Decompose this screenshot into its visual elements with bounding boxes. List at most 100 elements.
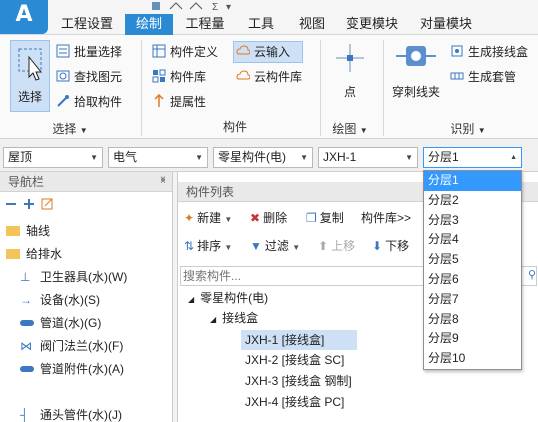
nav-item-plumbing[interactable]: 给排水 — [6, 243, 62, 265]
chevron-up-icon: ▲ — [510, 154, 517, 161]
move-up-button[interactable]: ⬆ 上移 — [318, 235, 355, 257]
group-expand-icon: ▼ — [477, 126, 486, 135]
generate-junction-box-button[interactable]: 生成接线盒 — [450, 42, 528, 62]
equipment-icon: → — [20, 293, 32, 307]
chevron-down-icon: ▼ — [300, 153, 308, 162]
layer-select[interactable]: 分层1 ▲ — [423, 147, 522, 168]
select-group-label[interactable]: 选择 ▼ — [40, 120, 100, 138]
layer-option[interactable]: 分层2 — [424, 191, 521, 211]
copy-component-label: 复制 — [319, 211, 344, 225]
tree-item[interactable]: JXH-2 [接线盒 SC] — [241, 350, 344, 370]
extract-property-button[interactable]: 提属性 — [152, 92, 206, 112]
floor-select[interactable]: 屋顶 ▼ — [3, 147, 103, 168]
cloud-library-button[interactable]: 云构件库 — [236, 67, 302, 87]
chevron-down-icon: ▼ — [224, 243, 233, 252]
find-element-label: 查找图元 — [74, 70, 123, 84]
floor-select-value: 屋顶 — [8, 150, 33, 164]
point-button[interactable]: 点 — [328, 42, 372, 102]
tab-change-module[interactable]: 变更模块 — [340, 14, 404, 35]
component-library-icon — [152, 69, 166, 83]
cloud-input-button[interactable]: 云输入 — [233, 41, 303, 63]
generate-sleeve-button[interactable]: 生成套管 — [450, 67, 516, 87]
delete-component-button[interactable]: ✖ 删除 — [250, 207, 287, 229]
ribbon-separator — [383, 40, 384, 136]
type-select[interactable]: 零星构件(电) ▼ — [213, 147, 313, 168]
nav-item-pipe-accessory[interactable]: 管道附件(水)(A) — [20, 358, 124, 380]
tab-view[interactable]: 视图 — [291, 14, 333, 35]
search-icon[interactable]: ⚲ — [528, 268, 536, 281]
find-element-button[interactable]: 查找图元 — [56, 67, 122, 87]
nav-item-pipe-accessory-label: 管道附件(水)(A) — [40, 362, 124, 376]
tab-draw[interactable]: 绘制 — [125, 14, 173, 35]
tab-quantity[interactable]: 工程量 — [178, 14, 232, 35]
component-select[interactable]: JXH-1 ▼ — [318, 147, 418, 168]
move-down-button[interactable]: ⬇ 下移 — [372, 235, 409, 257]
tree-node-group[interactable]: ◢ 接线盒 — [210, 308, 258, 328]
nav-item-fitting[interactable]: ┤ 通头管件(水)(J) — [20, 404, 122, 422]
identify-group-label[interactable]: 识别 ▼ — [438, 120, 498, 138]
nav-item-pipe[interactable]: 管道(水)(G) — [20, 312, 101, 334]
move-down-icon: ⬇ — [372, 239, 383, 253]
filter-icon: ▼ — [250, 239, 262, 253]
tree-item[interactable]: JXH-3 [接线盒 钢制] — [241, 371, 352, 391]
cloud-input-icon — [236, 44, 251, 58]
layer-option[interactable]: 分层8 — [424, 310, 521, 330]
select-button[interactable]: 选择 — [10, 40, 50, 112]
layer-option[interactable]: 分层10 — [424, 349, 521, 369]
layer-option[interactable]: 分层5 — [424, 250, 521, 270]
tab-tools[interactable]: 工具 — [240, 14, 282, 35]
nav-item-pipe-label: 管道(水)(G) — [40, 316, 102, 330]
piercing-clamp-button[interactable]: 穿刺线夹 — [390, 42, 442, 102]
nav-item-valve-label: 阀门法兰(水)(F) — [40, 339, 124, 353]
nav-item-plumbing-label: 给排水 — [26, 247, 63, 261]
find-element-icon — [56, 69, 70, 83]
chevron-down-icon: ▼ — [195, 153, 203, 162]
nav-item-equipment[interactable]: → 设备(水)(S) — [20, 289, 100, 311]
tree-item-selected[interactable]: JXH-1 [接线盒] — [241, 330, 357, 350]
panel-pin-icon[interactable]: × — [160, 174, 166, 185]
sort-button[interactable]: ⇅ 排序 ▼ — [184, 235, 232, 257]
batch-select-button[interactable]: 批量选择 — [56, 42, 122, 62]
generate-sleeve-label: 生成套管 — [468, 70, 517, 84]
nav-item-valve[interactable]: ⋈ 阀门法兰(水)(F) — [20, 335, 123, 357]
draw-group-label[interactable]: 绘图 ▼ — [324, 120, 376, 138]
component-define-button[interactable]: 构件定义 — [152, 42, 218, 62]
navigation-panel-title: 导航栏 — [8, 175, 45, 189]
discipline-select[interactable]: 电气 ▼ — [108, 147, 208, 168]
nav-item-sanitary[interactable]: ⊥ 卫生器具(水)(W) — [20, 266, 127, 288]
tree-item[interactable]: JXH-4 [接线盒 PC] — [241, 392, 344, 412]
quick-access-icons[interactable]: Σ ▾ — [150, 0, 240, 13]
layer-option[interactable]: 分层6 — [424, 270, 521, 290]
component-select-value: JXH-1 — [323, 150, 357, 164]
pick-component-button[interactable]: 拾取构件 — [56, 92, 122, 112]
new-component-label: 新建 — [197, 211, 222, 225]
faucet-icon: ⊥ — [20, 270, 31, 284]
layer-option[interactable]: 分层3 — [424, 211, 521, 231]
app-logo: A — [0, 0, 48, 34]
folder-icon — [6, 226, 20, 236]
sort-icon: ⇅ — [184, 239, 195, 253]
nav-item-axis[interactable]: 轴线 — [6, 220, 50, 242]
layer-option[interactable]: 分层7 — [424, 290, 521, 310]
collapse-expand-edit-icons[interactable] — [4, 196, 74, 212]
tree-node-root[interactable]: ◢ 零星构件(电) — [188, 288, 268, 308]
group-expand-icon: ▼ — [359, 126, 368, 135]
new-component-button[interactable]: ✦ 新建 ▼ — [184, 207, 232, 229]
fitting-icon: ┤ — [20, 408, 29, 422]
identify-group-label-text: 识别 — [450, 122, 475, 136]
copy-component-button[interactable]: ❐ 复制 — [306, 207, 344, 229]
component-library-link[interactable]: 构件库>> — [361, 207, 411, 229]
layer-option[interactable]: 分层9 — [424, 329, 521, 349]
filter-button[interactable]: ▼ 过滤 ▼ — [250, 235, 300, 257]
nav-toolbar — [4, 196, 74, 212]
component-define-label: 构件定义 — [170, 45, 219, 59]
nav-item-equipment-label: 设备(水)(S) — [40, 293, 100, 307]
type-select-value: 零星构件(电) — [218, 150, 286, 164]
tab-project-settings[interactable]: 工程设置 — [55, 14, 119, 35]
batch-select-icon — [56, 44, 70, 58]
tab-reconcile-module[interactable]: 对量模块 — [414, 14, 478, 35]
select-cursor-icon — [18, 48, 43, 81]
layer-option[interactable]: 分层4 — [424, 230, 521, 250]
layer-option[interactable]: 分层1 — [424, 171, 521, 191]
component-library-button[interactable]: 构件库 — [152, 67, 206, 87]
